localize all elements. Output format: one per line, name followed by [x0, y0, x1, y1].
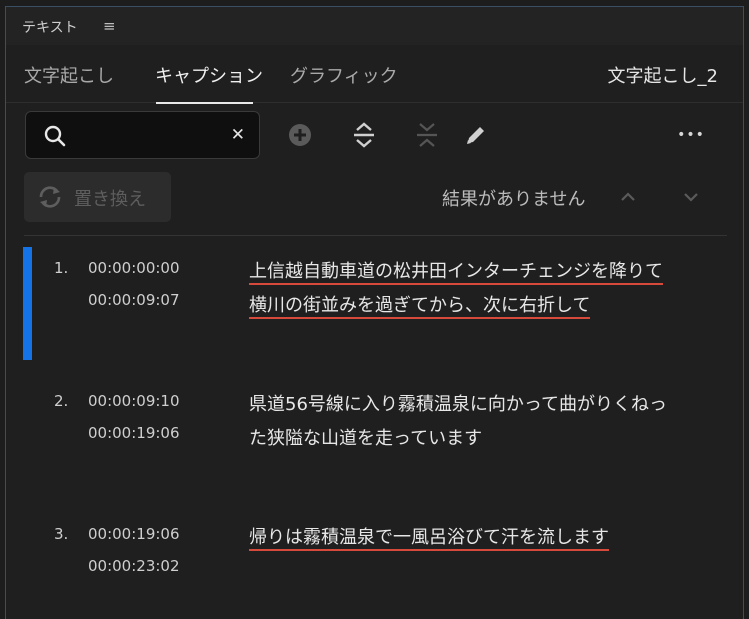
merge-icon[interactable] [413, 121, 441, 149]
search-box[interactable]: ✕ [25, 111, 260, 159]
previous-result-icon[interactable] [616, 187, 640, 207]
caption-line-wrapper: 上信越自動車道の松井田インターチェンジを降りて [249, 255, 719, 289]
caption-line-wrapper: 帰りは霧積温泉で一風呂浴びて汗を流します [249, 521, 719, 555]
active-tab-indicator [156, 102, 253, 104]
caption-entry[interactable]: 1. 00:00:00:00 00:00:09:07 上信越自動車道の松井田インターチ… [6, 247, 743, 367]
caption-line-wrapper: 県道56号線に入り霧積温泉に向かって曲がりくねっ [249, 388, 719, 422]
text-panel: テキスト ≡ 文字起こし キャプション グラフィック 文字起こし_2 ✕ ••• [5, 6, 744, 619]
tab-transcript[interactable]: 文字起こし [24, 62, 114, 88]
caption-out-time: 00:00:09:07 [88, 291, 180, 309]
sequence-name[interactable]: 文字起こし_2 [608, 62, 718, 88]
clear-search-icon[interactable]: ✕ [231, 125, 245, 145]
tab-graphics[interactable]: グラフィック [290, 62, 398, 88]
split-icon[interactable] [350, 121, 378, 149]
caption-in-time: 00:00:19:06 [88, 525, 180, 543]
more-icon[interactable]: ••• [674, 121, 708, 149]
replace-label: 置き換え [74, 189, 146, 210]
tab-captions[interactable]: キャプション [155, 62, 263, 88]
caption-line: 県道56号線に入り霧積温泉に向かって曲がりくねっ [249, 394, 668, 415]
caption-line-wrapper: た狭隘な山道を走っています [249, 422, 719, 456]
replace-button[interactable]: 置き換え [24, 172, 171, 222]
caption-line: 横川の街並みを過ぎてから、次に右折して [249, 295, 591, 319]
selection-indicator [23, 247, 32, 360]
caption-index: 1. [54, 259, 69, 277]
search-icon [44, 125, 66, 147]
pencil-icon[interactable] [462, 121, 490, 149]
search-result-status: 結果がありません [442, 189, 586, 210]
caption-entry[interactable]: 2. 00:00:09:10 00:00:19:06 県道56号線に入り霧積温泉に向か… [6, 380, 743, 500]
add-icon[interactable] [286, 121, 314, 149]
caption-in-time: 00:00:00:00 [88, 259, 180, 277]
caption-line-wrapper: 横川の街並みを過ぎてから、次に右折して [249, 289, 719, 323]
caption-in-time: 00:00:09:10 [88, 392, 180, 410]
caption-text[interactable]: 上信越自動車道の松井田インターチェンジを降りて 横川の街並みを過ぎてから、次に右折… [249, 255, 719, 323]
caption-text[interactable]: 県道56号線に入り霧積温泉に向かって曲がりくねっ た狭隘な山道を走っています [249, 388, 719, 456]
caption-out-time: 00:00:23:02 [88, 557, 180, 575]
divider [24, 235, 727, 236]
replace-icon [39, 186, 61, 208]
panel-title: テキスト [22, 20, 78, 36]
panel-header: テキスト ≡ [6, 7, 743, 45]
caption-text[interactable]: 帰りは霧積温泉で一風呂浴びて汗を流します [249, 521, 719, 555]
tab-bar: 文字起こし キャプション グラフィック 文字起こし_2 [6, 45, 743, 104]
caption-line: 上信越自動車道の松井田インターチェンジを降りて [249, 261, 663, 285]
caption-line: 帰りは霧積温泉で一風呂浴びて汗を流します [249, 527, 609, 551]
caption-entry[interactable]: 3. 00:00:19:06 00:00:23:02 帰りは霧積温泉で一風呂浴びて汗を… [6, 513, 743, 619]
search-input[interactable] [78, 123, 228, 149]
caption-line: た狭隘な山道を走っています [249, 428, 483, 449]
panel-menu-icon[interactable]: ≡ [103, 17, 116, 35]
caption-index: 3. [54, 525, 69, 543]
caption-out-time: 00:00:19:06 [88, 424, 180, 442]
next-result-icon[interactable] [679, 187, 703, 207]
caption-index: 2. [54, 392, 69, 410]
